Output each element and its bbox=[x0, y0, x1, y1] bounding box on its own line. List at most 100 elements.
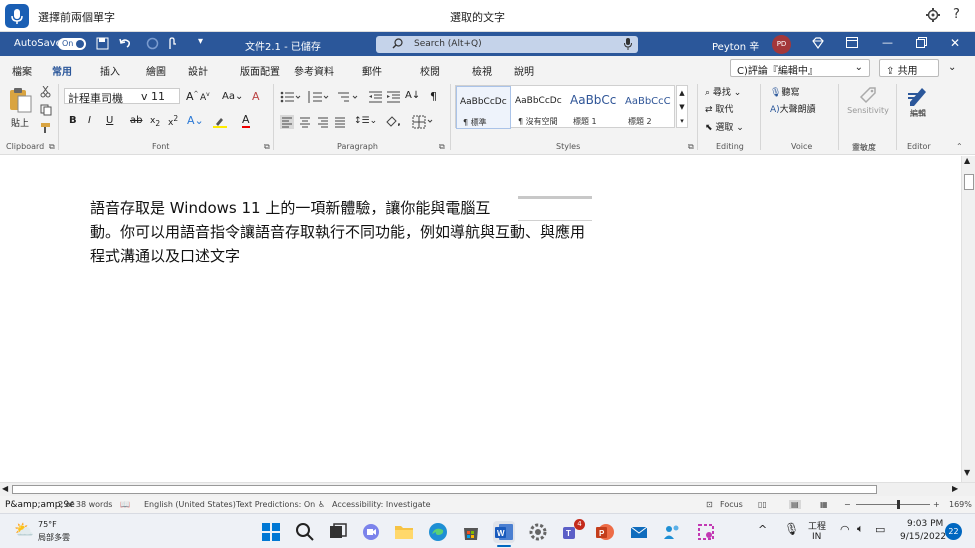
tab-insert[interactable]: 插入 bbox=[100, 63, 120, 78]
scroll-right-icon[interactable]: ▶ bbox=[952, 484, 958, 493]
file-explorer-icon[interactable] bbox=[393, 521, 415, 543]
shading-icon[interactable] bbox=[385, 115, 403, 129]
scroll-up-icon[interactable]: ▲ bbox=[964, 156, 970, 165]
collapse-ribbon-icon[interactable]: ⌃ bbox=[956, 142, 963, 151]
weather-description[interactable]: 局部多雲 bbox=[38, 532, 70, 543]
format-painter-icon[interactable] bbox=[40, 122, 52, 134]
read-mode-icon[interactable]: ▯▯ bbox=[758, 500, 767, 509]
font-color-icon[interactable]: A bbox=[242, 114, 250, 128]
volume-icon[interactable]: 🔈︎ bbox=[857, 522, 864, 536]
microphone-button[interactable] bbox=[5, 4, 29, 28]
styles-launcher-icon[interactable]: ⧉ bbox=[688, 142, 694, 152]
text-effects-icon[interactable]: A⌄ bbox=[187, 114, 204, 127]
search-icon[interactable] bbox=[294, 521, 316, 543]
document-canvas[interactable]: 語音存取是 Windows 11 上的一項新體驗，讓你能與電腦互 動。你可以用語… bbox=[0, 156, 961, 482]
tab-layout[interactable]: 版面配置 bbox=[240, 63, 280, 78]
align-center-icon[interactable] bbox=[298, 115, 312, 129]
superscript-icon[interactable]: x2 bbox=[168, 114, 178, 128]
read-aloud-button[interactable]: A)大聲朗讀 bbox=[770, 102, 816, 115]
justify-icon[interactable] bbox=[333, 115, 347, 129]
battery-icon[interactable]: ▭ bbox=[875, 523, 885, 536]
chat-icon[interactable] bbox=[360, 521, 382, 543]
edge-icon[interactable] bbox=[427, 521, 449, 543]
underline-icon[interactable]: U bbox=[106, 115, 113, 126]
share-button[interactable]: ⇪ 共用 bbox=[879, 59, 939, 77]
decrease-indent-icon[interactable] bbox=[369, 91, 382, 103]
scrollbar-thumb[interactable] bbox=[12, 485, 877, 494]
paste-button[interactable]: 貼上 bbox=[8, 86, 32, 129]
accessibility-status[interactable]: Accessibility: Investigate bbox=[332, 500, 431, 509]
powerpoint-icon[interactable]: P bbox=[594, 521, 616, 543]
style-normal[interactable]: AaBbCcDc ¶ 標準 bbox=[456, 86, 511, 129]
sort-icon[interactable]: A↓ bbox=[405, 90, 420, 101]
replace-button[interactable]: ⇄ 取代 bbox=[705, 102, 733, 115]
notification-badge[interactable]: 22 bbox=[945, 523, 962, 540]
avatar[interactable]: PD bbox=[772, 35, 791, 54]
scroll-down-icon[interactable]: ▼ bbox=[964, 468, 970, 477]
editor-button[interactable]: 編輯 bbox=[904, 84, 932, 119]
zoom-slider[interactable] bbox=[856, 504, 930, 505]
settings-icon[interactable] bbox=[527, 521, 549, 543]
input-language-top[interactable]: 工程 bbox=[808, 519, 826, 532]
focus-button[interactable]: Focus bbox=[720, 500, 743, 509]
tab-draw[interactable]: 繪圖 bbox=[146, 63, 166, 78]
highlight-icon[interactable] bbox=[213, 116, 229, 128]
people-icon[interactable] bbox=[661, 521, 683, 543]
search-microphone-icon[interactable] bbox=[624, 38, 632, 50]
sensitivity-button[interactable]: Sensitivity bbox=[845, 84, 891, 115]
ribbon-display-icon[interactable] bbox=[846, 37, 858, 48]
align-left-icon[interactable] bbox=[280, 115, 294, 129]
tab-help[interactable]: 說明 bbox=[514, 63, 534, 78]
style-heading-1[interactable]: AaBbCc 標題 1 bbox=[567, 86, 622, 129]
touch-mode-icon[interactable] bbox=[166, 36, 178, 50]
vertical-scrollbar[interactable]: ▲ ▼ bbox=[961, 156, 975, 482]
clock-time[interactable]: 9:03 PM bbox=[907, 519, 943, 529]
chevron-down-icon[interactable]: ▼ bbox=[679, 103, 684, 111]
microphone-icon[interactable]: 🎙︎ bbox=[784, 522, 799, 536]
clipboard-launcher-icon[interactable]: ⧉ bbox=[49, 142, 55, 152]
start-button[interactable] bbox=[260, 521, 282, 543]
select-button[interactable]: ⬉ 選取 ⌄ bbox=[705, 120, 744, 133]
document-body[interactable]: 語音存取是 Windows 11 上的一項新體驗，讓你能與電腦互 動。你可以用語… bbox=[90, 196, 650, 268]
word-count[interactable]: 2 of 38 words bbox=[58, 500, 112, 509]
font-size-value[interactable]: v 11 bbox=[141, 90, 165, 103]
help-button[interactable]: ? bbox=[953, 7, 960, 22]
customize-toolbar-icon[interactable]: ▾ bbox=[198, 36, 203, 47]
italic-icon[interactable]: I bbox=[88, 115, 91, 126]
document-line[interactable]: 語音存取是 Windows 11 上的一項新體驗，讓你能與電腦互 bbox=[90, 196, 650, 220]
store-icon[interactable] bbox=[460, 521, 482, 543]
change-case-icon[interactable]: Aa⌄ bbox=[222, 91, 243, 102]
tab-view[interactable]: 檢視 bbox=[472, 63, 492, 78]
line-spacing-icon[interactable]: ↕☰⌄ bbox=[354, 116, 377, 126]
borders-icon[interactable] bbox=[412, 115, 434, 129]
search-box[interactable]: Search (Alt+Q) bbox=[376, 36, 638, 53]
horizontal-scrollbar[interactable]: ◀ ▶ bbox=[0, 482, 975, 496]
ribbon-options-icon[interactable]: ⌄ bbox=[948, 62, 956, 73]
print-layout-icon[interactable]: ▤ bbox=[789, 500, 801, 509]
close-icon[interactable]: ✕ bbox=[950, 36, 960, 50]
input-language-bottom[interactable]: IN bbox=[812, 532, 821, 542]
minimize-icon[interactable]: — bbox=[882, 36, 893, 49]
chevron-up-icon[interactable]: ^ bbox=[758, 523, 767, 536]
zoom-level[interactable]: 169% bbox=[949, 500, 972, 509]
zoom-in-button[interactable]: + bbox=[933, 500, 940, 509]
restore-icon[interactable] bbox=[916, 37, 927, 48]
tab-review[interactable]: 校閱 bbox=[420, 63, 440, 78]
undo-icon[interactable] bbox=[118, 36, 132, 50]
shrink-font-icon[interactable]: Av bbox=[200, 91, 210, 103]
subscript-icon[interactable]: x2 bbox=[150, 116, 160, 128]
mail-icon[interactable] bbox=[628, 521, 650, 543]
save-icon[interactable] bbox=[96, 37, 109, 50]
document-line[interactable]: 動。你可以用語音指令讓語音存取執行不同功能，例如導航與互動、與應用 bbox=[90, 220, 650, 244]
style-heading-2[interactable]: AaBbCcC 標題 2 bbox=[622, 86, 674, 129]
font-name-box[interactable]: 計程車司機 v 11 bbox=[64, 88, 180, 105]
word-app-icon[interactable]: W bbox=[493, 521, 515, 543]
scrollbar-thumb[interactable] bbox=[964, 174, 974, 190]
text-predictions[interactable]: Text Predictions: On bbox=[236, 500, 315, 509]
copy-icon[interactable] bbox=[40, 104, 52, 116]
align-right-icon[interactable] bbox=[316, 115, 330, 129]
zoom-out-button[interactable]: − bbox=[844, 500, 851, 509]
redo-icon[interactable] bbox=[146, 37, 159, 50]
clock-date[interactable]: 9/15/2022 bbox=[900, 532, 946, 542]
cut-icon[interactable] bbox=[40, 86, 51, 98]
